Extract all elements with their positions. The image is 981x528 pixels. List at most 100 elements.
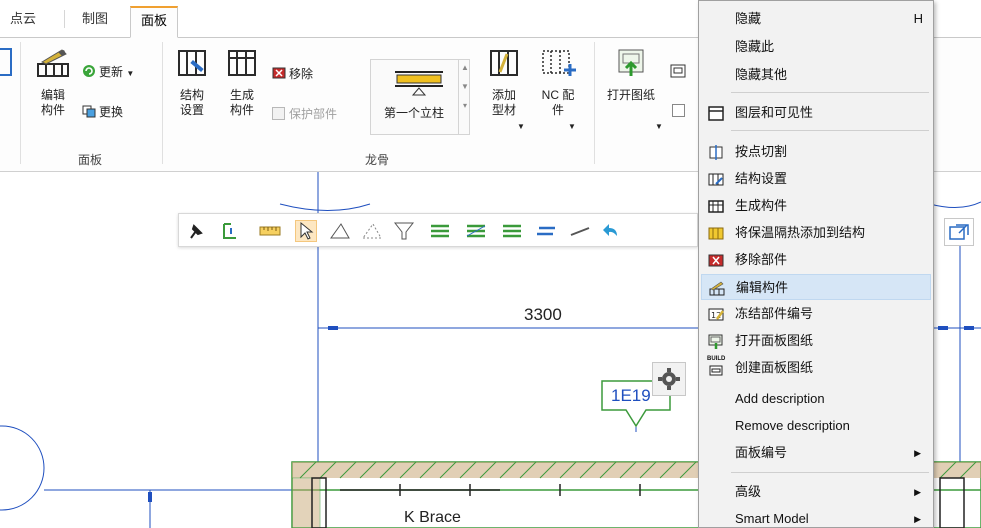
- menu-item-hide[interactable]: 隐藏 H: [701, 6, 931, 32]
- menu-item-label: 编辑构件: [736, 280, 789, 295]
- menu-item-label: 冻结部件编号: [735, 306, 814, 321]
- open-drawing-label: 打开图纸: [606, 88, 655, 102]
- menu-separator: [731, 472, 929, 473]
- remove-label: 移除: [289, 67, 314, 81]
- menu-item-label: 移除部件: [735, 252, 788, 267]
- menu-item-label: 隐藏此: [735, 39, 775, 54]
- menu-item-create-panel-drawing[interactable]: BUILD 创建面板图纸: [701, 355, 931, 381]
- undo-icon[interactable]: [599, 220, 621, 242]
- scroll-up-icon[interactable]: ▲: [459, 63, 471, 72]
- gallery-expand-icon[interactable]: ▾: [459, 101, 471, 110]
- edit-component-label: 编辑 构件: [40, 88, 65, 117]
- drawing-small-icon[interactable]: [670, 64, 686, 78]
- replace-label: 更换: [99, 105, 124, 119]
- restore-view-button[interactable]: [944, 218, 974, 246]
- menu-item-label: 结构设置: [735, 171, 788, 186]
- triangle-dotted-icon[interactable]: [361, 220, 383, 242]
- nc-config-icon: [542, 50, 576, 76]
- open-drawing-button[interactable]: 打开图纸: [600, 48, 662, 103]
- add-profile-icon: [490, 50, 518, 76]
- menu-item-label: 面板编号: [735, 445, 788, 460]
- refresh-icon: [83, 65, 95, 77]
- menu-item-cut-by-point[interactable]: 按点切割: [701, 139, 931, 165]
- menu-item-label: 隐藏: [735, 11, 762, 26]
- layers4-icon[interactable]: [535, 220, 557, 242]
- menu-item-label: 生成构件: [735, 198, 788, 213]
- protect-part-checkbox[interactable]: 保护部件: [272, 104, 337, 124]
- cut-point-icon: [709, 145, 723, 160]
- edit-component-button[interactable]: 编辑 构件: [30, 48, 76, 118]
- nc-config-button[interactable]: NC 配 件: [534, 48, 582, 118]
- menu-item-open-panel-drawing[interactable]: 打开面板图纸: [701, 328, 931, 354]
- add-profile-label: 添加 型材: [491, 88, 516, 117]
- checkbox-icon: [272, 107, 285, 120]
- menu-item-advanced[interactable]: 高级 ▶: [701, 479, 931, 505]
- context-menu: 隐藏 H 隐藏此 隐藏其他 图层和可见性 按点切割 结构设置 生成构件 将保温隔…: [698, 0, 934, 528]
- freeze-number-icon: 12: [708, 308, 724, 321]
- structure-settings-button[interactable]: 结构 设置: [170, 48, 214, 118]
- mini-toolbar: [178, 213, 698, 247]
- rotate-icon[interactable]: [219, 220, 241, 242]
- layers3-icon[interactable]: [501, 220, 523, 242]
- menu-item-structure-settings[interactable]: 结构设置: [701, 166, 931, 192]
- tab-divider: [64, 10, 65, 28]
- remove-button[interactable]: 移除: [272, 64, 313, 84]
- stud-gallery[interactable]: 第一个立柱: [370, 59, 470, 135]
- replace-button[interactable]: 更换: [82, 102, 123, 122]
- filter-icon[interactable]: [393, 220, 415, 242]
- ruler-icon[interactable]: [259, 220, 281, 242]
- menu-item-add-description[interactable]: Add description: [701, 386, 931, 412]
- add-profile-button[interactable]: 添加 型材: [484, 48, 524, 118]
- menu-item-remove-part[interactable]: 移除部件: [701, 247, 931, 273]
- submenu-arrow-icon: ▶: [914, 487, 921, 497]
- gear-icon: [658, 368, 680, 390]
- submenu-arrow-icon: ▶: [914, 514, 921, 524]
- chevron-down-icon: ▼: [517, 122, 525, 131]
- create-component-icon: [708, 200, 724, 213]
- menu-item-layers-visibility[interactable]: 图层和可见性: [701, 100, 931, 126]
- gallery-scrollbar[interactable]: ▲ ▼ ▾: [458, 59, 471, 135]
- menu-separator: [731, 130, 929, 131]
- tab-drawing[interactable]: 制图: [72, 6, 118, 38]
- menu-item-smart-model[interactable]: Smart Model ▶: [701, 506, 931, 528]
- menu-item-freeze-part-number[interactable]: 12 冻结部件编号: [701, 301, 931, 327]
- group-label-framing: 龙骨: [364, 153, 389, 167]
- tag-settings-button[interactable]: [652, 362, 686, 396]
- menu-item-edit-component[interactable]: 编辑构件: [701, 274, 931, 300]
- cursor-icon: [300, 221, 314, 240]
- cropped-button-icon[interactable]: [0, 48, 12, 76]
- layers-icon[interactable]: [429, 220, 451, 242]
- line-icon[interactable]: [569, 220, 591, 242]
- update-button[interactable]: 更新 ▼: [82, 62, 134, 82]
- open-drawing-icon: [618, 49, 644, 76]
- create-component-label: 生成 构件: [229, 88, 254, 117]
- option-checkbox[interactable]: [672, 104, 685, 117]
- menu-item-add-insulation[interactable]: 将保温隔热添加到结构: [701, 220, 931, 246]
- chevron-down-icon: ▼: [655, 122, 663, 131]
- menu-item-hide-others[interactable]: 隐藏其他: [701, 62, 931, 88]
- layers2-icon[interactable]: [465, 220, 487, 242]
- tab-panel[interactable]: 面板: [130, 6, 179, 38]
- structure-settings-label: 结构 设置: [179, 88, 204, 117]
- group-label-panel: 面板: [77, 153, 102, 167]
- tab-point-cloud[interactable]: 点云: [0, 6, 46, 38]
- remove-part-icon: [708, 254, 724, 267]
- menu-item-remove-description[interactable]: Remove description: [701, 413, 931, 439]
- group-divider: [162, 42, 163, 164]
- scroll-down-icon[interactable]: ▼: [459, 82, 471, 91]
- structure-settings-icon: [708, 173, 724, 186]
- menu-item-hide-this[interactable]: 隐藏此: [701, 34, 931, 60]
- triangle-icon[interactable]: [329, 220, 351, 242]
- menu-item-create-component[interactable]: 生成构件: [701, 193, 931, 219]
- group-divider: [20, 42, 21, 164]
- menu-item-label: Smart Model: [735, 511, 809, 526]
- cursor-select-button[interactable]: [295, 220, 317, 242]
- menu-item-panel-numbering[interactable]: 面板编号 ▶: [701, 440, 931, 466]
- update-label: 更新: [99, 65, 124, 79]
- first-stud-label: 第一个立柱: [383, 106, 444, 120]
- menu-item-label: 按点切割: [735, 144, 788, 159]
- create-component-button[interactable]: 生成 构件: [220, 48, 264, 118]
- pin-icon[interactable]: [185, 220, 207, 242]
- menu-item-label: 高级: [735, 484, 762, 499]
- dimension-value: 3300: [524, 305, 562, 324]
